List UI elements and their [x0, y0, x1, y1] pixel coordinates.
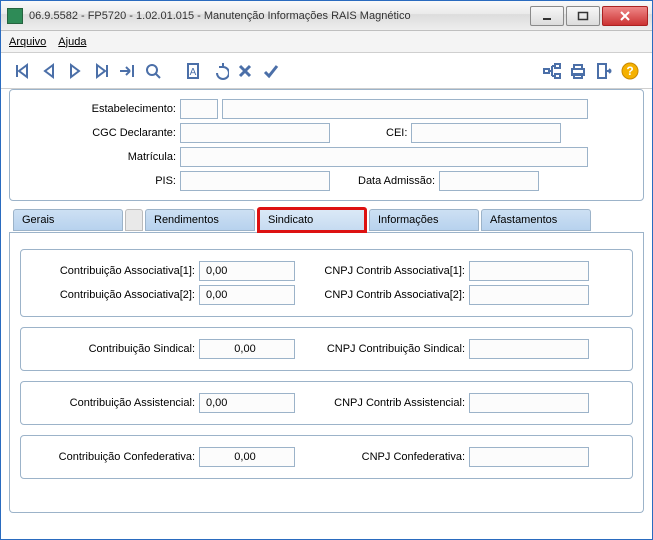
close-button[interactable]	[602, 6, 648, 26]
tab-gerais[interactable]: Gerais	[13, 209, 123, 231]
group-sindical: Contribuição Sindical: 0,00 CNPJ Contrib…	[20, 327, 633, 371]
next-record-icon[interactable]	[63, 59, 87, 83]
window-buttons	[528, 6, 648, 26]
first-record-icon[interactable]	[11, 59, 35, 83]
new-icon[interactable]: A	[181, 59, 205, 83]
group-associativa: Contribuição Associativa[1]: 0,00 CNPJ C…	[20, 249, 633, 317]
cnpj-confed-label: CNPJ Confederativa:	[311, 451, 469, 463]
cei-label: CEI:	[370, 127, 411, 139]
contrib-assoc1-label: Contribuição Associativa[1]:	[27, 265, 199, 277]
cnpj-assoc1-value[interactable]	[469, 261, 589, 281]
data-admissao-label: Data Admissão:	[342, 175, 439, 187]
group-assistencial: Contribuição Assistencial: 0,00 CNPJ Con…	[20, 381, 633, 425]
contrib-confed-label: Contribuição Confederativa:	[27, 451, 199, 463]
group-confederativa: Contribuição Confederativa: 0,00 CNPJ Co…	[20, 435, 633, 479]
cnpj-assist-value[interactable]	[469, 393, 589, 413]
client-area: Estabelecimento: CGC Declarante: CEI: Ma…	[1, 89, 652, 539]
tab-sindicato[interactable]: Sindicato	[257, 207, 367, 233]
goto-icon[interactable]	[115, 59, 139, 83]
tab-rendimentos-label: Rendimentos	[154, 214, 219, 226]
tab-panel-sindicato: Contribuição Associativa[1]: 0,00 CNPJ C…	[9, 233, 644, 513]
last-record-icon[interactable]	[89, 59, 113, 83]
related-icon[interactable]	[540, 59, 564, 83]
tab-spacer	[125, 209, 143, 231]
window-title: 06.9.5582 - FP5720 - 1.02.01.015 - Manut…	[29, 10, 528, 22]
cgc-input[interactable]	[180, 123, 330, 143]
cnpj-assoc1-label: CNPJ Contrib Associativa[1]:	[311, 265, 469, 277]
cnpj-assoc2-value[interactable]	[469, 285, 589, 305]
undo-icon[interactable]	[207, 59, 231, 83]
contrib-confed-value[interactable]: 0,00	[199, 447, 295, 467]
help-icon[interactable]: ?	[618, 59, 642, 83]
cgc-label: CGC Declarante:	[20, 127, 180, 139]
app-icon	[7, 8, 23, 24]
toolbar: A ?	[1, 53, 652, 89]
matricula-label: Matrícula:	[20, 151, 180, 163]
contrib-assist-label: Contribuição Assistencial:	[27, 397, 199, 409]
minimize-button[interactable]	[530, 6, 564, 26]
maximize-button[interactable]	[566, 6, 600, 26]
estabelecimento-name-input[interactable]	[222, 99, 588, 119]
titlebar: 06.9.5582 - FP5720 - 1.02.01.015 - Manut…	[1, 1, 652, 31]
cei-input[interactable]	[411, 123, 561, 143]
header-panel: Estabelecimento: CGC Declarante: CEI: Ma…	[9, 89, 644, 201]
app-window: 06.9.5582 - FP5720 - 1.02.01.015 - Manut…	[0, 0, 653, 540]
contrib-assoc1-value[interactable]: 0,00	[199, 261, 295, 281]
pis-input[interactable]	[180, 171, 330, 191]
contrib-assist-value[interactable]: 0,00	[199, 393, 295, 413]
matricula-input[interactable]	[180, 147, 588, 167]
tab-afastamentos-label: Afastamentos	[490, 214, 557, 226]
tab-gerais-label: Gerais	[22, 214, 54, 226]
menubar: Arquivo Ajuda	[1, 31, 652, 53]
estabelecimento-label: Estabelecimento:	[20, 103, 180, 115]
contrib-assoc2-value[interactable]: 0,00	[199, 285, 295, 305]
contrib-sindical-value[interactable]: 0,00	[199, 339, 295, 359]
estabelecimento-code-input[interactable]	[180, 99, 218, 119]
tab-informacoes-label: Informações	[378, 214, 439, 226]
svg-text:A: A	[190, 67, 197, 78]
exit-icon[interactable]	[592, 59, 616, 83]
data-admissao-input[interactable]	[439, 171, 539, 191]
prev-record-icon[interactable]	[37, 59, 61, 83]
tab-informacoes[interactable]: Informações	[369, 209, 479, 231]
tab-afastamentos[interactable]: Afastamentos	[481, 209, 591, 231]
tab-sindicato-label: Sindicato	[268, 214, 313, 226]
cnpj-assist-label: CNPJ Contrib Assistencial:	[311, 397, 469, 409]
tabbar: Gerais Rendimentos Sindicato Informações…	[9, 209, 644, 233]
svg-text:?: ?	[626, 64, 633, 78]
contrib-assoc2-label: Contribuição Associativa[2]:	[27, 289, 199, 301]
search-icon[interactable]	[141, 59, 165, 83]
confirm-icon[interactable]	[259, 59, 283, 83]
delete-icon[interactable]	[233, 59, 257, 83]
menu-arquivo[interactable]: Arquivo	[9, 36, 46, 48]
cnpj-assoc2-label: CNPJ Contrib Associativa[2]:	[311, 289, 469, 301]
pis-label: PIS:	[20, 175, 180, 187]
cnpj-sindical-label: CNPJ Contribuição Sindical:	[311, 343, 469, 355]
menu-ajuda[interactable]: Ajuda	[58, 36, 86, 48]
cnpj-sindical-value[interactable]	[469, 339, 589, 359]
contrib-sindical-label: Contribuição Sindical:	[27, 343, 199, 355]
cnpj-confed-value[interactable]	[469, 447, 589, 467]
print-icon[interactable]	[566, 59, 590, 83]
tab-rendimentos[interactable]: Rendimentos	[145, 209, 255, 231]
